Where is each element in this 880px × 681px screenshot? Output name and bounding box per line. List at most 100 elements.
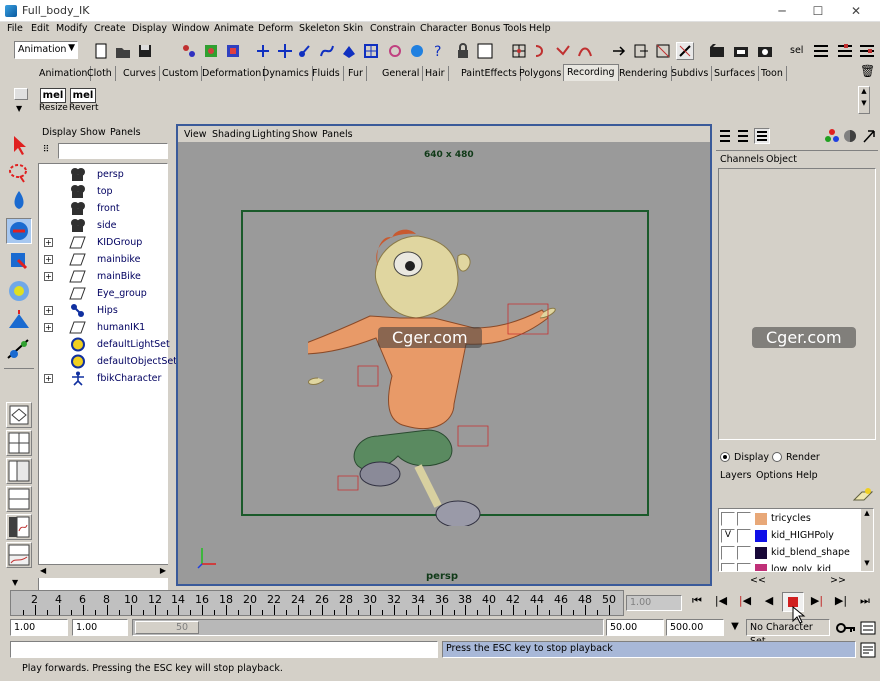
shelf-scrollbar[interactable]: ▲ ▼ [858, 86, 870, 114]
open-scene-icon[interactable] [114, 42, 132, 60]
shelf-tab-general[interactable]: General [379, 66, 424, 81]
expand-icon[interactable]: + [44, 255, 53, 264]
animation-preferences-icon[interactable] [860, 620, 876, 636]
curve-mask-icon[interactable] [318, 42, 336, 60]
four-view-layout-icon[interactable] [6, 430, 32, 456]
menu-window[interactable]: Window [172, 23, 209, 34]
layer-nav-right[interactable]: >> [830, 575, 846, 586]
time-slider-track[interactable]: 2 4 6 8 10 12 14 16 18 20 22 24 26 28 30 32 34 36 38 40 42 44… [10, 590, 624, 616]
persp-graph-layout-icon[interactable] [6, 542, 32, 568]
shelf-tab-subdivs[interactable]: Subdivs [668, 66, 713, 81]
render-settings-icon[interactable] [756, 42, 774, 60]
layer-row-low-poly-kid[interactable]: low_poly_kid [719, 562, 859, 571]
viewport-menu-show[interactable]: Show [292, 129, 318, 140]
snap-point-icon[interactable] [532, 42, 550, 60]
construction-history-icon[interactable] [676, 42, 694, 60]
layer-list-scrollbar[interactable]: ▲ ▼ [861, 509, 873, 571]
script-editor-icon[interactable] [860, 642, 876, 658]
outliner-item-side[interactable]: side [39, 217, 169, 234]
menu-set-dropdown[interactable]: Animation ▼ [14, 41, 78, 59]
menu-modify[interactable]: Modify [56, 23, 87, 34]
show-tool-settings-icon[interactable] [836, 42, 854, 60]
manipulator-tool-icon[interactable] [6, 308, 32, 334]
snap-grid-icon[interactable] [476, 42, 494, 60]
layer-row-kid-blend-shape[interactable]: kid_blend_shape [719, 545, 859, 561]
layer-row-tricycles[interactable]: tricycles [719, 511, 859, 527]
layer-visibility-toggle[interactable] [721, 512, 735, 526]
layer-visibility-toggle[interactable]: V [721, 529, 735, 543]
viewport-menu-shading[interactable]: Shading [212, 129, 251, 140]
expand-icon[interactable]: + [44, 374, 53, 383]
shelf-tab-hair[interactable]: Hair [422, 66, 449, 81]
close-button[interactable]: ✕ [838, 0, 874, 22]
menu-character[interactable]: Character [420, 23, 467, 34]
go-to-start-button[interactable]: ⏮ [686, 592, 708, 612]
minimize-button[interactable]: ─ [764, 0, 800, 22]
object-menu[interactable]: Object [766, 154, 797, 165]
new-scene-icon[interactable] [92, 42, 110, 60]
layer-type-toggle[interactable] [737, 512, 751, 526]
layer-visibility-toggle[interactable] [721, 546, 735, 560]
outliner-item-mainbike-2[interactable]: + mainBike [39, 268, 169, 285]
paint-select-tool-icon[interactable] [6, 188, 32, 214]
history-off-icon[interactable] [654, 42, 672, 60]
shelf-menu-button[interactable]: ▼ [12, 86, 30, 116]
menu-skeleton[interactable]: Skeleton [299, 23, 340, 34]
menu-create[interactable]: Create [94, 23, 126, 34]
shaded-sphere-icon[interactable] [842, 128, 858, 144]
layer-color-swatch[interactable] [755, 547, 767, 559]
current-time-field[interactable]: 1.00 [626, 595, 682, 611]
menu-display[interactable]: Display [132, 23, 167, 34]
select-tool-icon[interactable] [6, 132, 32, 158]
layer-row-kid-highpoly[interactable]: V kid_HIGHPoly [719, 528, 859, 544]
render-frame-icon[interactable] [708, 42, 726, 60]
shelf-tab-curves[interactable]: Curves [120, 66, 160, 81]
outliner-menu-display[interactable]: Display [42, 127, 77, 138]
command-input[interactable] [10, 641, 438, 658]
handle-mask-icon[interactable] [276, 42, 294, 60]
hypershade-layout-icon[interactable] [6, 514, 32, 540]
play-backwards-button[interactable]: ◀ [758, 592, 780, 612]
outliner-item-fbikcharacter[interactable]: + fbikCharacter [39, 370, 169, 387]
step-back-key-button[interactable]: |◀ [734, 592, 756, 612]
arrow-icon[interactable] [862, 128, 876, 144]
character-set-field[interactable]: No Character Set [746, 619, 830, 647]
graph-layout-icon[interactable] [6, 486, 32, 512]
layer-nav-left[interactable]: << [750, 575, 766, 586]
lock-selection-icon[interactable] [254, 42, 272, 60]
render-mask-icon[interactable] [408, 42, 426, 60]
select-hierarchy-icon[interactable] [180, 42, 198, 60]
shelf-tab-dynamics[interactable]: Dynamics [259, 66, 313, 81]
menu-edit[interactable]: Edit [31, 23, 49, 34]
chevron-down-icon[interactable]: ▼ [12, 578, 18, 587]
outliner-filter-icon[interactable]: ⠿ [38, 142, 54, 159]
menu-skin[interactable]: Skin [343, 23, 363, 34]
go-to-end-button[interactable]: ⏭ [854, 592, 876, 612]
misc-mask-icon[interactable]: ? [430, 42, 448, 60]
snap-surface-icon[interactable] [576, 42, 594, 60]
viewport-menu-panels[interactable]: Panels [322, 129, 353, 140]
menu-file[interactable]: File [7, 23, 23, 34]
outliner-menu-show[interactable]: Show [80, 127, 106, 138]
last-tool-icon[interactable] [6, 336, 32, 362]
viewport-menu-lighting[interactable]: Lighting [252, 129, 290, 140]
channels-menu[interactable]: Channels [720, 154, 764, 165]
layer-editor-mode-icon[interactable] [754, 128, 770, 144]
select-object-icon[interactable] [202, 42, 220, 60]
step-forward-frame-button[interactable]: ▶| [830, 592, 852, 612]
maximize-button[interactable]: ☐ [800, 0, 836, 22]
shelf-tab-fur[interactable]: Fur [345, 66, 367, 81]
layer-visibility-toggle[interactable] [721, 563, 735, 571]
joint-mask-icon[interactable] [296, 42, 314, 60]
layer-color-swatch[interactable] [755, 530, 767, 542]
shelf-tab-recording[interactable]: Recording [563, 64, 619, 81]
lasso-tool-icon[interactable] [6, 160, 32, 186]
step-back-frame-button[interactable]: |◀ [710, 592, 732, 612]
outliner-item-top[interactable]: top [39, 183, 169, 200]
input-output-icon[interactable] [610, 42, 628, 60]
outliner-search-field[interactable] [58, 143, 168, 159]
playback-end-field[interactable]: 50.00 [606, 619, 664, 636]
menu-animate[interactable]: Animate [214, 23, 254, 34]
shelf-tab-fluids[interactable]: Fluids [309, 66, 344, 81]
animation-start-field[interactable]: 1.00 [10, 619, 68, 636]
